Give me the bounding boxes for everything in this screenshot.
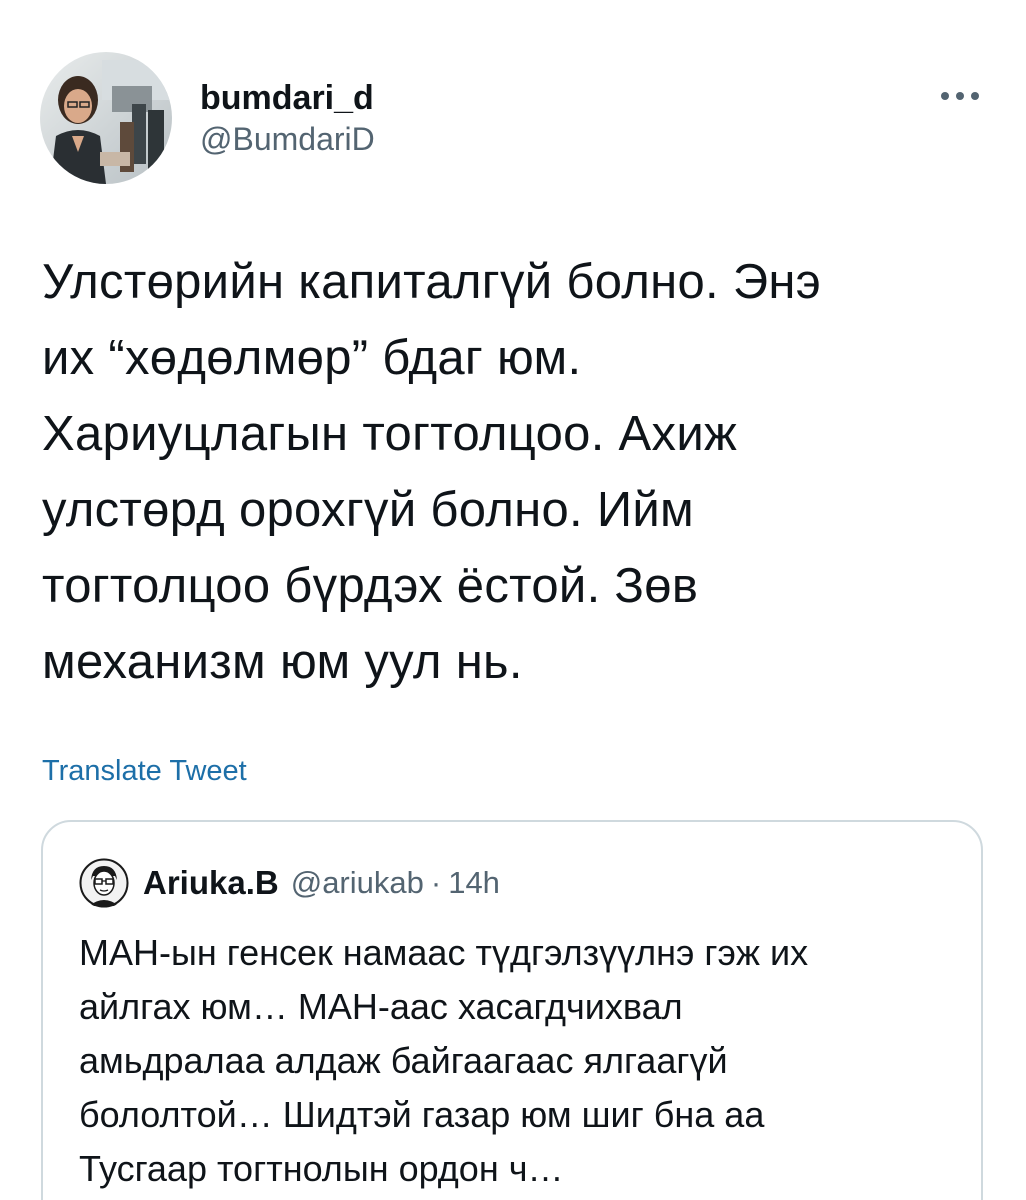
- quoted-tweet-card[interactable]: Ariuka.B @ariukab · 14h МАН-ын генсек на…: [41, 820, 983, 1200]
- author-handle[interactable]: @BumdariD: [200, 119, 375, 159]
- quoted-tweet-header: Ariuka.B @ariukab · 14h: [79, 858, 500, 908]
- quoted-tweet-text: МАН-ын генсек намаас түдгэлзүүлнэ гэж их…: [79, 932, 809, 1189]
- more-horizontal-icon: [941, 92, 979, 100]
- tweet-detail: bumdari_d @BumdariD Улстөрийн капиталгүй…: [0, 0, 1026, 1200]
- author-meta: bumdari_d @BumdariD: [200, 77, 375, 159]
- author-avatar[interactable]: [40, 52, 172, 184]
- quoted-author-display-name: Ariuka.B: [143, 864, 279, 901]
- quoted-author-avatar-image: [79, 858, 129, 908]
- tweet-text: Улстөрийн капиталгүй болно. Энэ их “хөдө…: [42, 255, 822, 689]
- quoted-tweet-time: 14h: [448, 865, 500, 900]
- quoted-author-handle: @ariukab: [290, 865, 424, 900]
- author-avatar-image: [40, 52, 172, 184]
- quoted-meta-separator: ·: [430, 865, 442, 900]
- tweet-author-header: bumdari_d @BumdariD: [40, 52, 375, 184]
- translate-tweet-link[interactable]: Translate Tweet: [42, 752, 247, 790]
- author-display-name[interactable]: bumdari_d: [200, 77, 375, 119]
- quoted-author-avatar: [79, 858, 129, 908]
- more-options-button[interactable]: [936, 78, 984, 114]
